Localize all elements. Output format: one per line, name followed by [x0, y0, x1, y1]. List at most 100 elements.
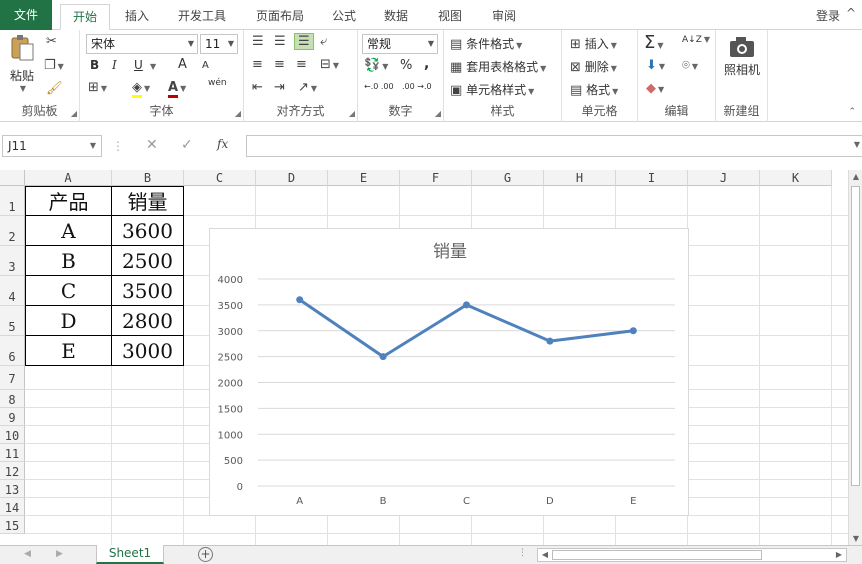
tab-formulas[interactable]: 公式 — [324, 4, 364, 30]
name-box[interactable]: J11 ▼ — [2, 135, 102, 157]
cell-a4[interactable]: C — [25, 276, 112, 306]
dialog-launcher-icon[interactable]: ◢ — [71, 109, 77, 118]
font-size-select[interactable]: 11 ▼ — [200, 34, 238, 54]
column-header-j[interactable]: J — [688, 170, 760, 186]
autosum-button[interactable]: Σ ▼ — [644, 32, 664, 53]
column-header-a[interactable]: A — [25, 170, 112, 186]
vertical-scroll-thumb[interactable] — [851, 186, 860, 486]
row-header-3[interactable]: 3 — [0, 246, 25, 276]
underline-button[interactable]: U — [134, 58, 143, 72]
insert-function-button[interactable]: fx — [217, 137, 228, 151]
cell-a3[interactable]: B — [25, 246, 112, 276]
scroll-right-icon[interactable]: ▶ — [832, 550, 846, 559]
tab-data[interactable]: 数据 — [376, 4, 416, 30]
fill-color-button[interactable]: ◈ ▼ — [132, 80, 150, 98]
cell-a6[interactable]: E — [25, 336, 112, 366]
row-header-1[interactable]: 1 — [0, 186, 25, 216]
align-top-button[interactable]: ☰ — [252, 34, 264, 49]
find-select-button[interactable]: ⌾ ▼ — [682, 58, 698, 73]
column-header-d[interactable]: D — [256, 170, 328, 186]
orientation-button[interactable]: ↗ ▼ — [298, 80, 317, 95]
cancel-entry-button[interactable]: ✕ — [146, 137, 158, 153]
bold-button[interactable]: B — [90, 58, 99, 72]
caret-up-icon[interactable]: ^ — [846, 6, 856, 20]
prev-sheet-icon[interactable]: ◀ — [24, 549, 31, 559]
tab-file[interactable]: 文件 — [0, 0, 52, 30]
align-middle-button[interactable]: ☰ — [274, 34, 286, 49]
row-header-12[interactable]: 12 — [0, 462, 25, 480]
row-header-6[interactable]: 6 — [0, 336, 25, 366]
line-chart[interactable]: 销量 0 500 1000 1500 2000 2500 3000 3500 4000 A B C D E — [209, 228, 689, 516]
cut-button[interactable]: ✂ — [46, 34, 57, 49]
scroll-left-icon[interactable]: ◀ — [538, 550, 552, 559]
tab-split-grip[interactable]: ⋮ — [518, 548, 527, 558]
row-header-9[interactable]: 9 — [0, 408, 25, 426]
dialog-launcher-icon[interactable]: ◢ — [349, 109, 355, 118]
row-header-5[interactable]: 5 — [0, 306, 25, 336]
decrease-decimal-button[interactable]: .00 →.0 — [402, 82, 432, 91]
row-header-13[interactable]: 13 — [0, 480, 25, 498]
align-right-button[interactable]: ≡ — [296, 57, 307, 72]
login-link[interactable]: 登录 — [816, 7, 840, 24]
italic-button[interactable]: I — [112, 58, 117, 72]
percent-button[interactable]: % — [400, 58, 412, 73]
delete-cells-button[interactable]: ⊠ 删除 ▼ — [570, 58, 617, 75]
increase-decimal-button[interactable]: ←.0 .00 — [364, 82, 394, 91]
row-header-15[interactable]: 15 — [0, 516, 25, 534]
scroll-up-icon[interactable]: ▲ — [849, 172, 862, 181]
wrap-text-button[interactable]: ⤶ — [320, 34, 327, 49]
cell-b6[interactable]: 3000 — [112, 336, 184, 366]
format-cells-button[interactable]: ▤ 格式 ▼ — [570, 81, 618, 98]
decrease-indent-button[interactable]: ⇤ — [252, 80, 263, 95]
cell-a5[interactable]: D — [25, 306, 112, 336]
sort-filter-button[interactable]: A↓Z ▼ — [682, 35, 710, 45]
cell-b4[interactable]: 3500 — [112, 276, 184, 306]
format-painter-button[interactable]: 🖌 — [46, 81, 63, 96]
increase-indent-button[interactable]: ⇥ — [274, 80, 285, 95]
collapse-ribbon-icon[interactable]: ⌃ — [848, 107, 856, 117]
tab-developer[interactable]: 开发工具 — [168, 4, 236, 30]
camera-button[interactable]: 照相机 — [722, 36, 762, 78]
column-header-c[interactable]: C — [184, 170, 256, 186]
comma-button[interactable]: , — [424, 56, 429, 72]
format-as-table-button[interactable]: ▦ 套用表格格式 ▼ — [450, 58, 546, 75]
grow-font-button[interactable]: A — [178, 57, 187, 72]
chevron-down-icon[interactable]: ▼ — [90, 136, 96, 156]
tab-page-layout[interactable]: 页面布局 — [246, 4, 314, 30]
column-header-e[interactable]: E — [328, 170, 400, 186]
next-sheet-icon[interactable]: ▶ — [56, 549, 63, 559]
row-header-7[interactable]: 7 — [0, 366, 25, 390]
tab-review[interactable]: 审阅 — [484, 4, 524, 30]
insert-cells-button[interactable]: ⊞ 插入 ▼ — [570, 35, 617, 52]
cell-b2[interactable]: 3600 — [112, 216, 184, 246]
chevron-down-icon[interactable]: ▼ — [148, 58, 156, 72]
column-header-h[interactable]: H — [544, 170, 616, 186]
horizontal-scrollbar[interactable]: ◀ ▶ — [537, 548, 847, 562]
column-header-g[interactable]: G — [472, 170, 544, 186]
chevron-down-icon[interactable]: ▼ — [8, 84, 38, 93]
accounting-format-button[interactable]: 💱 ▼ — [364, 58, 388, 73]
column-header-i[interactable]: I — [616, 170, 688, 186]
number-format-select[interactable]: 常规 ▼ — [362, 34, 438, 54]
row-header-10[interactable]: 10 — [0, 426, 25, 444]
formula-input[interactable]: ▼ — [246, 135, 862, 157]
confirm-entry-button[interactable]: ✓ — [181, 137, 193, 153]
sheet-tab-sheet1[interactable]: Sheet1 — [96, 545, 164, 564]
align-center-button[interactable]: ≡ — [274, 57, 285, 72]
cell-a2[interactable]: A — [25, 216, 112, 246]
clear-button[interactable]: ◆ ▼ — [646, 81, 664, 96]
add-sheet-button[interactable]: + — [198, 547, 213, 562]
chevron-down-icon[interactable]: ▼ — [854, 140, 860, 149]
tab-insert[interactable]: 插入 — [116, 4, 158, 30]
vertical-scrollbar[interactable]: ▲ ▼ — [848, 170, 862, 545]
align-left-button[interactable]: ≡ — [252, 57, 263, 72]
cell-b3[interactable]: 2500 — [112, 246, 184, 276]
cell-styles-button[interactable]: ▣ 单元格样式 ▼ — [450, 81, 534, 98]
conditional-format-button[interactable]: ▤ 条件格式 ▼ — [450, 35, 522, 52]
scroll-down-icon[interactable]: ▼ — [849, 534, 862, 543]
row-header-11[interactable]: 11 — [0, 444, 25, 462]
row-header-8[interactable]: 8 — [0, 390, 25, 408]
tab-view[interactable]: 视图 — [430, 4, 470, 30]
dialog-launcher-icon[interactable]: ◢ — [435, 109, 441, 118]
cell-a1[interactable]: 产品 — [25, 186, 112, 216]
